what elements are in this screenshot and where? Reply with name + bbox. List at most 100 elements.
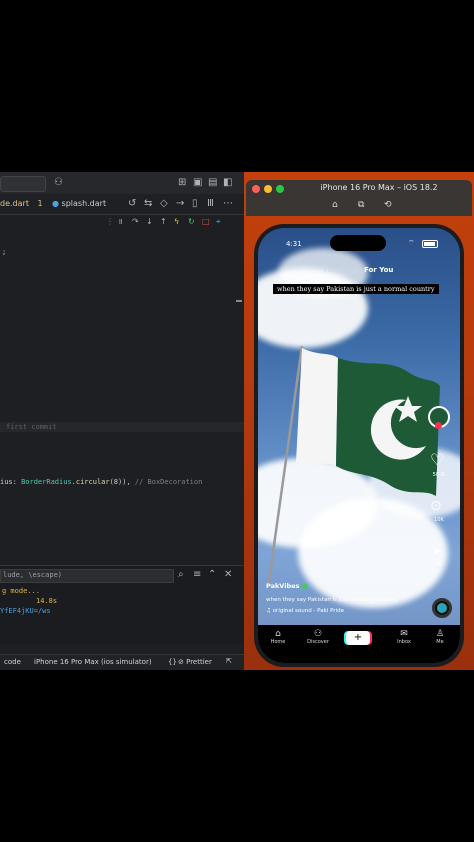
tab-splash-dart[interactable]: ● splash.dart xyxy=(52,197,106,211)
problem-count-badge: 1 xyxy=(37,199,43,208)
close-icon[interactable]: ✕ xyxy=(224,569,232,581)
home-icon[interactable]: ⌂ xyxy=(332,200,338,210)
simulator-title-bar: iPhone 16 Pro Max – iOS 18.2 ⌂ ⧉ ⟲ xyxy=(246,180,472,216)
comment-count: 10K xyxy=(434,517,444,523)
nav-label: Inbox xyxy=(397,639,411,645)
device-selector[interactable]: iPhone 16 Pro Max (ios simulator) xyxy=(34,658,152,666)
debug-toolbar: ⋮ ॥ ↷ ↓ ↑ ϟ ↻ □ ⌖ xyxy=(100,215,240,229)
wifi-icon: ⌔ xyxy=(408,239,415,247)
plus-icon: + xyxy=(353,632,363,643)
braces-icon[interactable]: {} xyxy=(168,658,177,666)
prettier-status[interactable]: ⊘ Prettier xyxy=(178,658,212,666)
nav-label: Me xyxy=(436,639,444,645)
history-icon[interactable]: ↺ xyxy=(128,198,136,210)
post-username[interactable]: PakVibes ■ xyxy=(266,582,308,590)
arrow-icon[interactable]: → xyxy=(176,198,184,210)
tab-for-you[interactable]: For You xyxy=(364,266,393,274)
inbox-nav-icon: ✉ xyxy=(400,629,408,639)
rotate-icon[interactable]: ⟲ xyxy=(384,200,392,210)
prettier-label: Prettier xyxy=(186,658,212,666)
hot-reload-icon[interactable]: ϟ xyxy=(174,216,179,228)
terminal-line: g mode... xyxy=(2,587,40,595)
code-token-type: BorderRadius xyxy=(21,478,72,486)
code-line: ; xyxy=(2,248,7,256)
toggle-panel-icon[interactable]: ▤ xyxy=(208,177,217,189)
terminal-filter-input[interactable]: lude, \escape) xyxy=(0,569,174,583)
copilot-icon[interactable]: ⚇ xyxy=(54,177,63,189)
split-editor-icon[interactable]: ⊞ xyxy=(178,177,186,189)
step-over-icon[interactable]: ↷ xyxy=(132,216,139,228)
flag-emoji-icon: ■ xyxy=(301,582,308,590)
editor-tabs: de.dart 1 ● splash.dart ↺ ⇆ ◇ → ▯ Ⅲ ⋯ xyxy=(0,194,244,215)
toggle-sidebar-icon[interactable]: ▣ xyxy=(193,177,202,189)
filter-placeholder: lude, \escape) xyxy=(3,571,63,579)
list-filter-icon[interactable]: ≡ xyxy=(193,569,201,581)
compare-icon[interactable]: ⇆ xyxy=(144,198,152,210)
sound-disc[interactable] xyxy=(432,598,452,618)
status-time: 4:31 xyxy=(286,240,302,248)
status-bar: code iPhone 16 Pro Max (ios simulator) {… xyxy=(0,654,244,670)
command-search-box[interactable] xyxy=(0,176,46,192)
comment-icon[interactable]: ⊙ xyxy=(430,498,442,514)
chevron-up-icon[interactable]: ⌃ xyxy=(208,569,216,581)
friends-nav-icon: ⚇ xyxy=(313,629,323,639)
screenshot-icon[interactable]: ⧉ xyxy=(358,200,364,210)
columns-icon[interactable]: Ⅲ xyxy=(207,198,214,210)
notifications-icon[interactable]: ⇱ xyxy=(226,657,232,665)
sound-label: original sound - Paki Pride xyxy=(272,608,344,614)
nav-discover[interactable]: ⚇ Discover xyxy=(300,629,336,645)
dynamic-island xyxy=(330,235,386,251)
music-note-icon: ♫ xyxy=(266,608,271,614)
restart-icon[interactable]: ↻ xyxy=(188,216,195,228)
split-icon[interactable]: ▯ xyxy=(192,198,198,210)
drag-handle-icon[interactable]: ⋮ xyxy=(106,216,114,228)
code-token-args: (8)), xyxy=(109,478,135,486)
desktop-background: iPhone 16 Pro Max – iOS 18.2 ⌂ ⧉ ⟲ 4:31 xyxy=(244,172,474,670)
post-caption: when they say Pakistan is just a normal … xyxy=(266,597,398,603)
code-token: ius: xyxy=(0,478,22,486)
code-editor-window: ⚇ ⊞ ▣ ▤ ◧ de.dart 1 ● splash.dart ↺ ⇆ ◇ … xyxy=(0,172,244,670)
nav-profile[interactable]: ♙ Me xyxy=(422,629,458,645)
share-count: 5K xyxy=(435,561,443,567)
search-icon[interactable]: ⌕ xyxy=(178,569,184,581)
dart-file-icon: ● xyxy=(52,199,59,208)
close-window-button[interactable] xyxy=(252,185,260,193)
terminal-timing: 14.8s xyxy=(36,597,58,605)
nav-home[interactable]: ⌂ Home xyxy=(260,629,296,645)
nav-label: Discover xyxy=(307,639,329,645)
tab-following[interactable]: Following xyxy=(324,266,357,274)
create-post-button[interactable]: + xyxy=(346,631,370,645)
terminal-panel: lude, \escape) ⌕ ≡ ⌃ ✕ g mode... 14.8s Y… xyxy=(0,565,244,644)
step-out-icon[interactable]: ↑ xyxy=(160,216,167,228)
profile-nav-icon: ♙ xyxy=(435,629,445,639)
step-into-icon[interactable]: ↓ xyxy=(146,216,153,228)
follow-plus-button[interactable] xyxy=(435,422,442,429)
tab-label: splash.dart xyxy=(61,199,107,208)
home-nav-icon: ⌂ xyxy=(275,629,281,639)
devtools-icon[interactable]: ⌖ xyxy=(216,216,221,228)
pause-icon[interactable]: ॥ xyxy=(118,216,123,228)
tiktok-screen[interactable]: 4:31 ⌔ Following For You when they say P… xyxy=(258,228,460,663)
editor-top-bar: ⚇ ⊞ ▣ ▤ ◧ xyxy=(0,172,244,195)
git-blame-line: first commit xyxy=(0,422,244,432)
battery-icon xyxy=(422,240,438,248)
minimize-window-button[interactable] xyxy=(264,185,272,193)
username-label: PakVibes xyxy=(266,582,300,590)
toggle-secondary-sidebar-icon[interactable]: ◧ xyxy=(223,177,232,189)
post-sound[interactable]: ♫ original sound - Paki Pride xyxy=(266,608,344,614)
heart-icon[interactable]: ♡ xyxy=(430,450,444,469)
code-comment: // BoxDecoration xyxy=(134,478,203,486)
status-left-text[interactable]: code xyxy=(4,658,21,666)
diamond-icon[interactable]: ◇ xyxy=(160,198,168,210)
iphone-frame: 4:31 ⌔ Following For You when they say P… xyxy=(254,224,464,667)
zoom-window-button[interactable] xyxy=(276,185,284,193)
simulator-title: iPhone 16 Pro Max – iOS 18.2 xyxy=(320,183,438,192)
share-icon[interactable]: ➤ xyxy=(432,544,442,558)
more-icon[interactable]: ⋯ xyxy=(223,198,233,210)
terminal-url[interactable]: YfEF4jKU=/ws xyxy=(0,607,51,615)
minimap-marker xyxy=(236,300,242,302)
tab-main-dart[interactable]: de.dart 1 xyxy=(0,197,43,211)
nav-inbox[interactable]: ✉ Inbox xyxy=(386,629,422,645)
check-icon: ⊘ xyxy=(178,658,184,666)
stop-icon[interactable]: □ xyxy=(202,216,210,228)
